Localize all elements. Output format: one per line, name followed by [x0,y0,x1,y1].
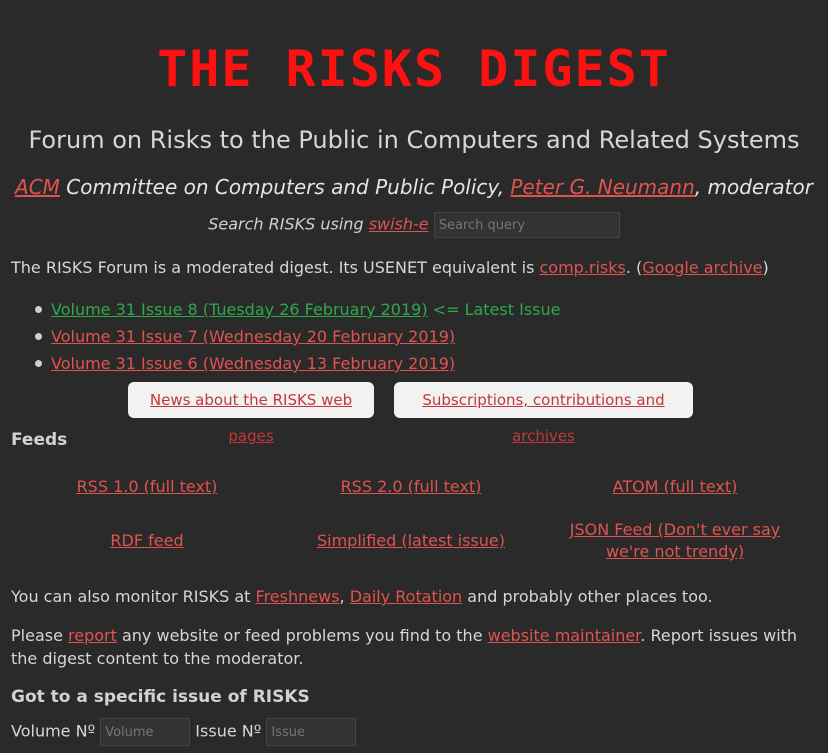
freshnews-link[interactable]: Freshnews [256,587,340,606]
monitor-comma: , [339,587,350,606]
feed-rss2: RSS 2.0 (full text) [291,476,531,498]
intro-text: The RISKS Forum is a moderated digest. I… [11,258,769,277]
rss1-link[interactable]: RSS 1.0 (full text) [77,477,218,496]
issue-link[interactable]: Volume 31 Issue 7 (Wednesday 20 February… [51,327,455,346]
monitor-text: You can also monitor RISKS at Freshnews,… [11,585,713,608]
rdf-link[interactable]: RDF feed [110,531,183,550]
news-link[interactable]: News about the RISKS web pages [150,391,352,445]
json-feed-link[interactable]: JSON Feed (Don't ever say we're not tren… [570,520,780,561]
committee-text: Committee on Computers and Public Policy… [59,175,511,199]
search-input[interactable] [433,212,620,238]
comp-risks-link[interactable]: comp.risks [539,258,625,277]
report-link[interactable]: report [68,626,117,645]
website-maintainer-link[interactable]: website maintainer [488,626,641,645]
feed-simplified: Simplified (latest issue) [291,530,531,552]
recent-issues-list: Volume 31 Issue 8 (Tuesday 26 February 2… [11,296,560,377]
feed-atom: ATOM (full text) [555,476,795,498]
list-item: Volume 31 Issue 6 (Wednesday 13 February… [34,350,560,377]
site-title: THE RISKS DIGEST [157,40,671,98]
committee-line: ACM Committee on Computers and Public Po… [0,172,828,202]
goto-form: Volume Nº Issue Nº [11,718,357,746]
news-button[interactable]: News about the RISKS web pages [128,382,374,445]
search-prefix: Search RISKS using [208,214,369,234]
subscriptions-button[interactable]: Subscriptions, contributions and archive… [394,382,693,445]
list-item: Volume 31 Issue 7 (Wednesday 20 February… [34,323,560,350]
report-prefix: Please [11,626,69,645]
issue-link[interactable]: Volume 31 Issue 6 (Wednesday 13 February… [51,354,455,373]
feed-json: JSON Feed (Don't ever say we're not tren… [555,519,795,563]
simplified-link[interactable]: Simplified (latest issue) [317,531,505,550]
swish-e-link[interactable]: swish-e [369,215,429,234]
daily-rotation-link[interactable]: Daily Rotation [350,587,462,606]
feeds-heading: Feeds [11,430,68,450]
rss2-link[interactable]: RSS 2.0 (full text) [341,477,482,496]
report-text: Please report any website or feed proble… [11,624,811,670]
monitor-prefix: You can also monitor RISKS at [11,587,256,606]
intro-mid: . ( [625,258,643,277]
feed-rdf: RDF feed [27,530,267,552]
acm-link[interactable]: ACM [15,175,60,199]
intro-end: ) [762,258,769,277]
report-mid: any website or feed problems you find to… [116,626,488,645]
issue-label: Issue Nº [195,721,262,741]
subscriptions-link[interactable]: Subscriptions, contributions and archive… [422,391,664,445]
moderator-link[interactable]: Peter G. Neumann [510,175,694,199]
monitor-suffix: and probably other places too. [462,587,713,606]
search-bar: Search RISKS using swish-e [0,212,828,238]
goto-heading: Got to a specific issue of RISKS [11,687,310,707]
latest-issue-tag: <= Latest Issue [427,300,561,319]
list-item: Volume 31 Issue 8 (Tuesday 26 February 2… [34,296,561,323]
moderator-suffix: , moderator [694,175,813,199]
feed-rss1: RSS 1.0 (full text) [27,476,267,498]
issue-link-latest[interactable]: Volume 31 Issue 8 (Tuesday 26 February 2… [51,300,428,319]
intro-prefix: The RISKS Forum is a moderated digest. I… [11,258,540,277]
google-archive-link[interactable]: Google archive [642,258,762,277]
volume-input[interactable] [100,718,191,746]
issue-input[interactable] [266,718,357,746]
atom-link[interactable]: ATOM (full text) [613,477,738,496]
volume-label: Volume Nº [11,721,96,741]
site-subtitle: Forum on Risks to the Public in Computer… [28,126,800,154]
